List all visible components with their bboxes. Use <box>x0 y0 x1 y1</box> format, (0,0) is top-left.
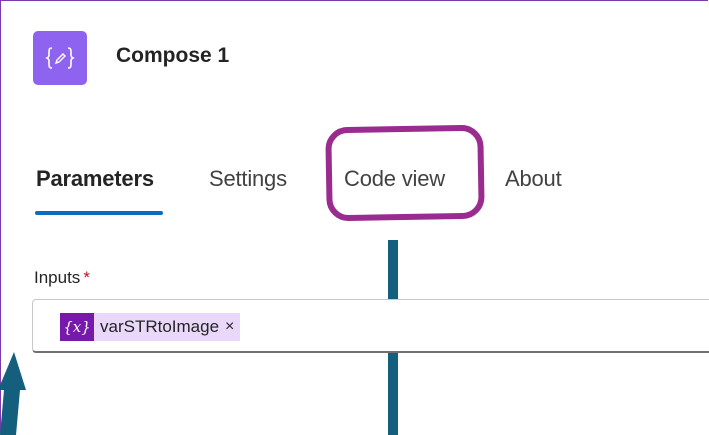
token-label: varSTRtoImage <box>100 317 220 336</box>
tab-settings[interactable]: Settings <box>209 166 287 192</box>
compose-icon <box>33 31 87 85</box>
variable-icon: {x} <box>60 313 94 341</box>
inputs-field[interactable]: {x} varSTRtoImage × <box>32 299 709 353</box>
required-marker: * <box>83 268 90 287</box>
annotation-arrow-icon <box>0 352 26 435</box>
tab-about[interactable]: About <box>505 166 562 192</box>
tab-parameters[interactable]: Parameters <box>36 166 154 192</box>
code-view-highlight-annotation <box>325 124 485 222</box>
remove-token-icon[interactable]: × <box>225 318 234 336</box>
variable-token[interactable]: {x} varSTRtoImage × <box>60 313 241 341</box>
active-tab-indicator <box>35 211 163 215</box>
action-title: Compose 1 <box>116 44 230 67</box>
inputs-label: Inputs * <box>34 268 90 287</box>
